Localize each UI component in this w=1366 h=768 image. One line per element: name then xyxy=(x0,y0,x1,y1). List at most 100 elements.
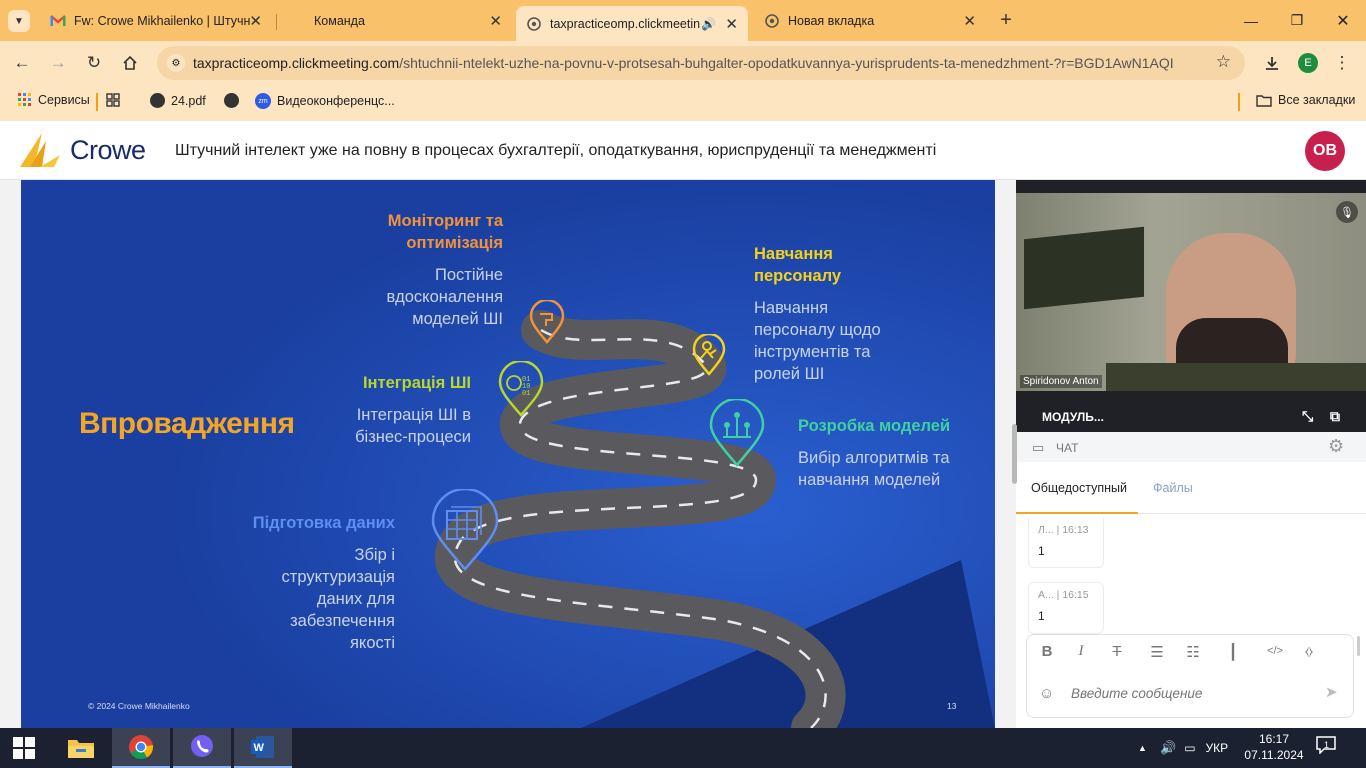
bookmark-apps[interactable] xyxy=(106,93,120,107)
language-indicator[interactable]: УКР xyxy=(1206,741,1229,755)
reload-button[interactable]: ↻ xyxy=(82,51,106,75)
numbered-list-icon[interactable]: ☷ xyxy=(1183,643,1203,661)
start-button[interactable] xyxy=(0,728,48,768)
site-info-icon[interactable]: ⚙ xyxy=(167,54,185,72)
text-line: забезпечення xyxy=(290,612,395,630)
speaker-name-label: Spiridonov Anton xyxy=(1020,375,1102,388)
close-window-button[interactable]: ✕ xyxy=(1320,0,1366,41)
tab-gmail[interactable]: Fw: Crowe Mikhailenko | Штучн ✕ xyxy=(40,6,272,36)
bookmark-services[interactable]: Сервисы xyxy=(18,93,90,107)
bookmark-globe[interactable] xyxy=(224,93,239,108)
forward-arrow-icon: → xyxy=(49,53,67,72)
browser-tab-strip: ▼ Fw: Crowe Mikhailenko | Штучн ✕ Команд… xyxy=(0,0,1366,41)
text-line: моделей ШІ xyxy=(412,310,503,328)
stage-scrollbar[interactable] xyxy=(1012,424,1017,484)
tab-divider xyxy=(276,14,277,30)
minimize-button[interactable]: — xyxy=(1228,0,1274,41)
tab-team[interactable]: Команда ✕ xyxy=(280,6,512,36)
close-icon[interactable]: ✕ xyxy=(489,12,502,30)
text-line: Навчання xyxy=(754,299,829,317)
maximize-button[interactable]: ❐ xyxy=(1274,0,1320,41)
speaker-icon[interactable]: 🔊 xyxy=(701,17,716,31)
globe-icon xyxy=(150,93,165,108)
chrome-page-icon xyxy=(526,16,542,32)
send-icon[interactable]: ➤ xyxy=(1325,683,1338,701)
blockquote-icon[interactable]: ┃ xyxy=(1223,643,1243,661)
message-input[interactable] xyxy=(1071,681,1311,705)
tab-title: Команда xyxy=(314,14,365,28)
folder-icon xyxy=(1256,94,1272,107)
text-line: якості xyxy=(350,634,395,652)
close-icon[interactable]: ✕ xyxy=(725,15,738,33)
exit-fullscreen-icon[interactable]: ⤡ xyxy=(1302,408,1313,425)
module-bar: МОДУЛЬ... ⤡ ⧉ xyxy=(1016,401,1366,432)
gmail-icon xyxy=(50,13,66,29)
text-line: ролей ШІ xyxy=(754,365,825,383)
chrome-icon xyxy=(764,13,780,29)
italic-icon[interactable]: I xyxy=(1071,643,1091,660)
bookmark-star-icon[interactable]: ☆ xyxy=(1216,52,1231,72)
message-author: А... xyxy=(1038,589,1054,601)
bookmark-zoom[interactable]: zm Видеоконференцс... xyxy=(255,93,395,109)
message-meta: А... | 16:15 xyxy=(1038,589,1089,601)
tab-files[interactable]: Файлы xyxy=(1138,462,1228,514)
download-button[interactable] xyxy=(1260,51,1284,75)
close-icon[interactable]: ✕ xyxy=(963,12,976,30)
chrome-taskbar-button[interactable] xyxy=(112,728,170,768)
bulleted-list-icon[interactable]: ☰ xyxy=(1147,643,1167,661)
home-button[interactable] xyxy=(118,51,142,75)
text-line: Постійне xyxy=(434,266,503,284)
step-model-heading: Розробка моделей xyxy=(798,417,951,435)
user-avatar[interactable]: OB xyxy=(1305,131,1345,171)
back-button[interactable]: ← xyxy=(10,51,34,75)
url-text: taxpracticeomp.clickmeeting.com/shtuchni… xyxy=(193,55,1173,71)
word-taskbar-button[interactable]: W xyxy=(234,728,292,768)
close-icon[interactable]: ✕ xyxy=(249,12,262,30)
new-tab-button[interactable]: + xyxy=(994,9,1018,33)
message-time: 16:13 xyxy=(1062,524,1089,536)
notification-badge: 1 xyxy=(1324,740,1330,750)
tab-search-button[interactable]: ▼ xyxy=(8,10,30,32)
chat-tabs: Общедоступный Файлы xyxy=(1016,462,1366,514)
browser-menu-button[interactable]: ⋮ xyxy=(1330,51,1354,75)
slide-copyright: © 2024 Crowe Mikhailenko xyxy=(88,701,190,711)
address-bar[interactable]: ⚙ taxpracticeomp.clickmeeting.com/shtuch… xyxy=(157,46,1245,80)
strikethrough-icon[interactable]: T xyxy=(1107,643,1127,660)
bookmark-label: Сервисы xyxy=(38,93,90,107)
popout-icon[interactable]: ⧉ xyxy=(1330,408,1340,425)
notifications-button[interactable]: 1 xyxy=(1316,736,1342,760)
crowe-logo: Crowe xyxy=(20,131,150,171)
tab-public[interactable]: Общедоступный xyxy=(1016,462,1138,514)
chat-scrollbar[interactable] xyxy=(1357,636,1360,656)
tab-new[interactable]: Новая вкладка ✕ xyxy=(754,6,986,36)
text-line: навчання моделей xyxy=(798,471,941,489)
code-icon[interactable]: </> xyxy=(1265,645,1285,657)
viber-taskbar-button[interactable] xyxy=(173,728,231,768)
file-explorer-button[interactable] xyxy=(52,728,110,768)
wall-poster xyxy=(1024,226,1144,310)
all-bookmarks[interactable]: Все закладки xyxy=(1256,93,1355,107)
settings-gear-icon[interactable]: ⚙ xyxy=(1328,436,1344,457)
volume-icon[interactable]: 🔊 xyxy=(1160,740,1176,756)
profile-avatar[interactable]: E xyxy=(1298,53,1318,73)
emoji-icon[interactable]: ☺ xyxy=(1039,685,1054,702)
forward-button[interactable]: → xyxy=(46,51,70,75)
message-composer: B I T ☰ ☷ ┃ </> ⧼⧽ ☺ ➤ xyxy=(1026,634,1354,718)
text-line: Вибір алгоритмів та xyxy=(798,449,950,467)
speaker-video[interactable]: Spiridonov Anton 🎙 xyxy=(1016,193,1366,391)
network-icon[interactable]: ▭ xyxy=(1184,741,1195,755)
clock[interactable]: 16:17 07.11.2024 xyxy=(1240,731,1308,763)
module-label[interactable]: МОДУЛЬ... xyxy=(1042,410,1104,424)
heading-line: оптимізація xyxy=(406,234,503,252)
mic-icon[interactable]: 🎙 xyxy=(1336,201,1358,223)
tray-chevron-icon[interactable]: ▲ xyxy=(1138,743,1152,753)
bookmark-pdf[interactable]: 24.pdf xyxy=(150,93,206,108)
tab-clickmeeting[interactable]: taxpracticeomp.clickmeeting 🔊 ✕ xyxy=(516,6,748,41)
bold-icon[interactable]: B xyxy=(1037,643,1057,660)
text-line: бізнес-процеси xyxy=(355,428,471,446)
webinar-title: Штучний інтелект уже на повну в процесах… xyxy=(175,142,937,159)
code-block-icon[interactable]: ⧼⧽ xyxy=(1299,644,1319,659)
data-preparation-pin-icon xyxy=(431,489,499,571)
app-header: Crowe Штучний інтелект уже на повну в пр… xyxy=(0,121,1366,180)
video-bottom-strip xyxy=(1016,391,1366,401)
